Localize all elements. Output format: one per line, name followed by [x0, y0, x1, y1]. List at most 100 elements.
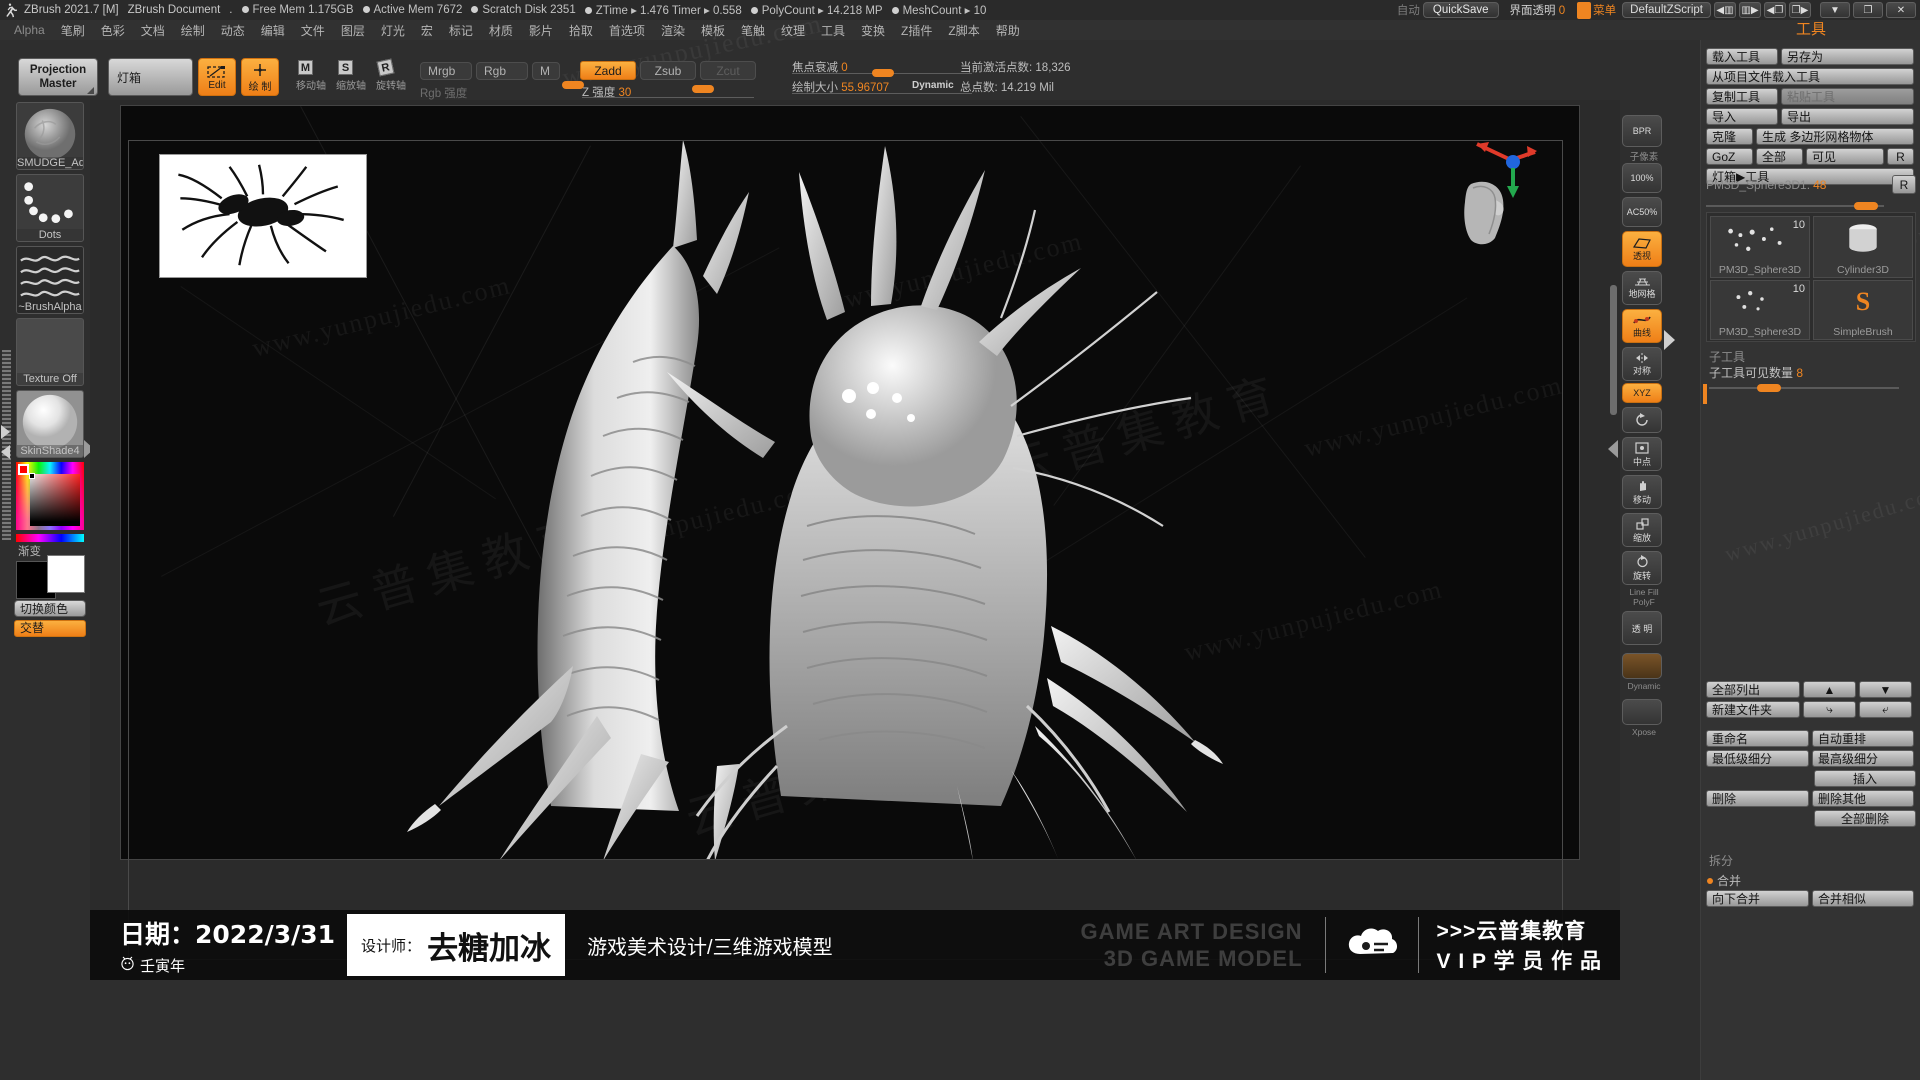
right-tray-collapse-icon[interactable] [1664, 330, 1675, 350]
load-tool-button[interactable]: 载入工具 [1706, 48, 1778, 65]
menu-item-render[interactable]: 渲染 [653, 21, 693, 40]
delete-button[interactable]: 删除 [1706, 790, 1809, 807]
goz-button[interactable]: GoZ [1706, 148, 1753, 165]
minimize-icon[interactable]: ▼ [1820, 2, 1850, 18]
tool-slider[interactable] [1706, 194, 1884, 210]
local-rotate-button[interactable] [1622, 407, 1662, 433]
clone-button[interactable]: 克隆 [1706, 128, 1753, 145]
load-tool-from-project-button[interactable]: 从项目文件载入工具 [1706, 68, 1914, 85]
draw-size-track[interactable] [792, 93, 972, 94]
floor-grid-button[interactable]: 地网格 [1622, 271, 1662, 305]
xpose-button[interactable] [1622, 699, 1662, 725]
menu-item-edit[interactable]: 编辑 [253, 21, 293, 40]
make-polymesh3d-button[interactable]: 生成 多边形网格物体 [1756, 128, 1914, 145]
rotate-button[interactable]: 旋转 [1622, 551, 1662, 585]
alpha-preview-thumbnail[interactable] [159, 154, 367, 278]
transp-button[interactable]: 透 明 [1622, 611, 1662, 645]
draw-mode-button[interactable]: 绘 制 [241, 58, 279, 96]
canvas-right-arrow-icon[interactable] [1608, 440, 1618, 458]
tool-slot[interactable]: 10 PM3D_Sphere3D [1710, 216, 1810, 278]
mrgb-button[interactable]: Mrgb [420, 62, 472, 80]
copy-tool-button[interactable]: 复制工具 [1706, 88, 1778, 105]
menu-item-alpha[interactable]: Alpha [6, 22, 53, 38]
navigation-head-preview[interactable] [1455, 176, 1515, 250]
left-tray-expand-icon[interactable] [1, 425, 10, 439]
xyz-button[interactable]: XYZ [1622, 383, 1662, 403]
brush-swatch[interactable]: SMUDGE_Advan [16, 102, 84, 170]
menu-item-light[interactable]: 灯光 [373, 21, 413, 40]
delete-all-button[interactable]: 全部删除 [1814, 810, 1916, 827]
left-tray-collapse-icon[interactable] [1, 445, 10, 459]
prev-palette-icon[interactable]: ◀▥ [1714, 2, 1736, 18]
insert-button[interactable]: 插入 [1814, 770, 1916, 787]
scale-button[interactable]: 缩放 [1622, 513, 1662, 547]
menu-toggle-button[interactable] [1577, 1, 1592, 19]
import-button[interactable]: 导入 [1706, 108, 1778, 125]
restore-icon[interactable]: ❐ [1853, 2, 1883, 18]
color-picker-cursor[interactable] [29, 473, 35, 479]
next-window-icon[interactable]: ❐▶ [1789, 2, 1811, 18]
alternate-button[interactable]: 交替 [14, 620, 86, 637]
menu-item-dynamics[interactable]: 动态 [213, 21, 253, 40]
gradient-strip[interactable] [16, 534, 84, 542]
menu-item-brush[interactable]: 笔刷 [53, 21, 93, 40]
save-as-button[interactable]: 另存为 [1781, 48, 1914, 65]
menu-item-draw[interactable]: 绘制 [173, 21, 213, 40]
outdent-button[interactable]: ⤶ [1859, 701, 1912, 718]
subtool-count-slider[interactable] [1709, 376, 1899, 392]
auto-reorder-button[interactable]: 自动重排 [1812, 730, 1914, 747]
draw-size-knob[interactable] [692, 85, 714, 93]
menu-item-material[interactable]: 材质 [481, 21, 521, 40]
rename-button[interactable]: 重命名 [1706, 730, 1809, 747]
zcut-button[interactable]: Zcut [700, 61, 756, 80]
canvas-area[interactable]: www.yunpujiedu.com www.yunpujiedu.com ww… [90, 100, 1620, 980]
menu-item-zplugin[interactable]: Z插件 [893, 21, 940, 40]
secondary-color-swatch[interactable] [47, 555, 85, 593]
zadd-button[interactable]: Zadd [580, 61, 636, 80]
rgb-button[interactable]: Rgb [476, 62, 528, 80]
document-viewport[interactable]: www.yunpujiedu.com www.yunpujiedu.com ww… [120, 105, 1580, 860]
indent-button[interactable]: ⤷ [1803, 701, 1856, 718]
next-palette-icon[interactable]: ▥▶ [1739, 2, 1761, 18]
canvas-scrollbar[interactable] [1610, 285, 1617, 415]
material-swatch[interactable]: SkinShade4 [16, 390, 84, 458]
menu-item-color[interactable]: 色彩 [93, 21, 133, 40]
alpha-swatch[interactable]: ~BrushAlpha [16, 246, 84, 314]
zoom-100-button[interactable]: 100% [1622, 163, 1662, 193]
menu-item-movie[interactable]: 影片 [521, 21, 561, 40]
symmetry-button[interactable]: 对称 [1622, 347, 1662, 381]
menu-item-marker[interactable]: 标记 [441, 21, 481, 40]
z-intensity-track[interactable] [582, 97, 754, 98]
dynamic-strip-button[interactable] [1622, 653, 1662, 679]
move-down-button[interactable]: ▼ [1859, 681, 1912, 698]
list-all-button[interactable]: 全部列出 [1706, 681, 1800, 698]
lightbox-button[interactable]: 灯箱 [108, 58, 193, 96]
goz-r-button[interactable]: R [1887, 148, 1914, 165]
lowest-subdiv-button[interactable]: 最低级细分 [1706, 750, 1809, 767]
quicksave-button[interactable]: QuickSave [1422, 2, 1499, 18]
menu-item-file[interactable]: 文件 [293, 21, 333, 40]
highest-subdiv-button[interactable]: 最高级细分 [1812, 750, 1914, 767]
new-folder-button[interactable]: 新建文件夹 [1706, 701, 1800, 718]
switch-color-button[interactable]: 切换颜色 [14, 600, 86, 617]
focal-shift-knob[interactable] [872, 69, 894, 77]
menu-item-macro[interactable]: 宏 [413, 21, 441, 40]
actual-size-button[interactable]: AC50% [1622, 197, 1662, 227]
delete-other-button[interactable]: 删除其他 [1812, 790, 1914, 807]
menu-item-layer[interactable]: 图层 [333, 21, 373, 40]
persp-button[interactable]: 透视 [1622, 231, 1662, 267]
scale-axis-button[interactable]: S 缩放轴 [336, 60, 366, 92]
menu-item-stroke[interactable]: 笔触 [733, 21, 773, 40]
move-up-button[interactable]: ▲ [1803, 681, 1856, 698]
goz-all-button[interactable]: 全部 [1756, 148, 1803, 165]
local-sym-button[interactable]: 曲线 [1622, 309, 1662, 343]
prev-window-icon[interactable]: ◀❐ [1764, 2, 1786, 18]
export-button[interactable]: 导出 [1781, 108, 1914, 125]
tool-slot[interactable]: S SimpleBrush [1813, 280, 1913, 340]
move-axis-button[interactable]: M 移动轴 [296, 60, 326, 92]
menu-item-texture[interactable]: 纹理 [773, 21, 813, 40]
merge-down-button[interactable]: 向下合并 [1706, 890, 1809, 907]
menu-item-transform[interactable]: 变换 [853, 21, 893, 40]
goz-visible-button[interactable]: 可见 [1806, 148, 1884, 165]
move-button[interactable]: 移动 [1622, 475, 1662, 509]
